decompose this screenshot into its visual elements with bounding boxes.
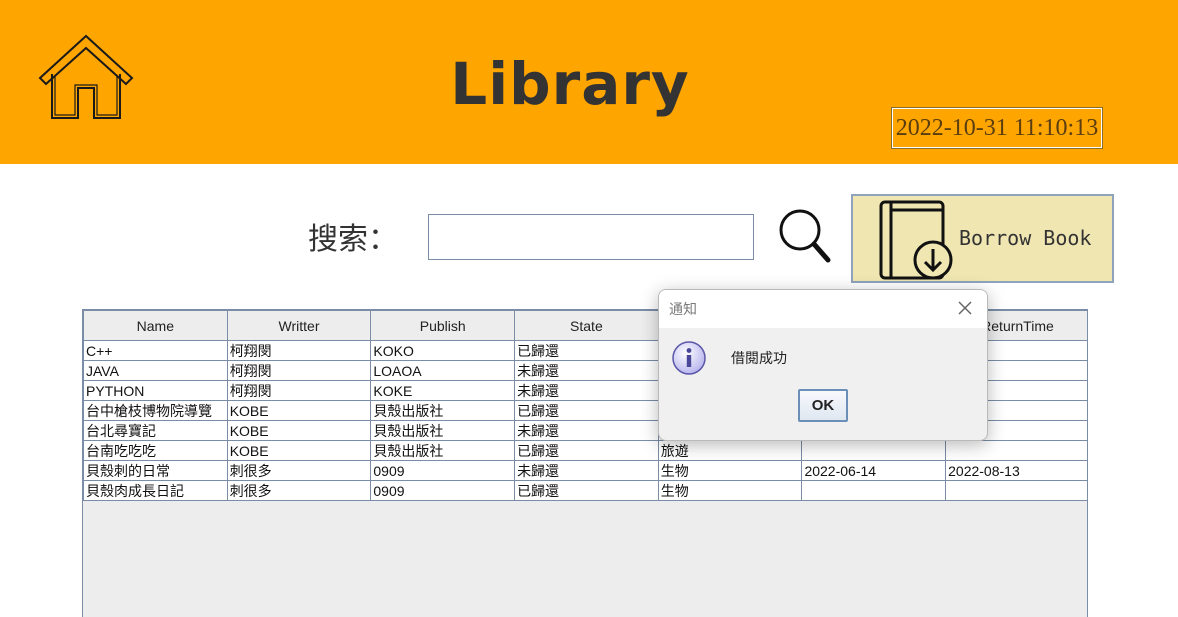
table-cell[interactable]: 貝殼刺的日常 xyxy=(83,460,228,481)
table-cell[interactable]: 貝殼出版社 xyxy=(370,420,516,441)
column-header-writter[interactable]: Writter xyxy=(226,310,372,341)
table-cell[interactable]: 台北尋寶記 xyxy=(83,420,228,441)
table-cell[interactable]: 已歸還 xyxy=(514,400,659,421)
table-cell[interactable]: 生物 xyxy=(657,480,803,501)
table-cell[interactable] xyxy=(945,480,1087,501)
dialog-title: 通知 xyxy=(669,302,697,318)
search-icon xyxy=(779,209,831,263)
notification-dialog: 通知 借閱成功 OK xyxy=(658,289,988,441)
table-cell[interactable]: PYTHON xyxy=(83,380,228,401)
home-icon xyxy=(38,34,134,119)
table-cell[interactable]: JAVA xyxy=(83,360,228,381)
search-button[interactable] xyxy=(776,206,832,264)
table-cell[interactable]: 柯翔閔 xyxy=(226,360,372,381)
table-cell[interactable]: 0909 xyxy=(370,460,516,481)
table-cell[interactable]: C++ xyxy=(83,340,228,361)
search-input[interactable] xyxy=(428,214,754,260)
home-button[interactable] xyxy=(34,30,138,124)
table-cell[interactable]: 未歸還 xyxy=(514,360,659,381)
table-cell[interactable]: 2022-08-13 xyxy=(945,460,1087,481)
table-cell[interactable]: 刺很多 xyxy=(226,480,372,501)
header-bar: Library 2022-10-31 11:10:13 xyxy=(0,0,1178,164)
ok-button[interactable]: OK xyxy=(798,389,848,422)
table-cell[interactable] xyxy=(801,480,947,501)
search-label: 搜索： xyxy=(308,222,398,257)
table-cell[interactable] xyxy=(801,440,947,461)
table-cell[interactable]: 旅遊 xyxy=(657,440,803,461)
table-row[interactable]: 貝殼刺的日常 刺很多 0909 未歸還 生物 2022-06-14 2022-08-13 xyxy=(83,460,1087,481)
table-cell[interactable]: KOKO xyxy=(370,340,516,361)
table-cell[interactable]: 柯翔閔 xyxy=(226,340,372,361)
table-cell[interactable]: KOKE xyxy=(370,380,516,401)
table-row[interactable]: 貝殼肉成長日記 刺很多 0909 已歸還 生物 xyxy=(83,480,1087,501)
table-cell[interactable]: 生物 xyxy=(657,460,803,481)
table-cell[interactable]: 貝殼出版社 xyxy=(370,400,516,421)
table-cell[interactable]: 已歸還 xyxy=(514,480,659,501)
column-header-publish[interactable]: Publish xyxy=(370,310,516,341)
dialog-title-bar[interactable]: 通知 xyxy=(659,290,987,328)
column-header-name[interactable]: Name xyxy=(83,310,228,341)
table-cell[interactable]: 刺很多 xyxy=(226,460,372,481)
table-cell[interactable]: 2022-06-14 xyxy=(801,460,947,481)
table-cell[interactable]: KOBE xyxy=(226,420,372,441)
table-cell[interactable]: 0909 xyxy=(370,480,516,501)
table-cell[interactable] xyxy=(945,440,1087,461)
table-cell[interactable]: 未歸還 xyxy=(514,460,659,481)
datetime-display: 2022-10-31 11:10:13 xyxy=(891,107,1103,149)
close-icon[interactable] xyxy=(955,298,975,318)
table-cell[interactable]: 柯翔閔 xyxy=(226,380,372,401)
table-cell[interactable]: KOBE xyxy=(226,440,372,461)
info-icon xyxy=(672,341,706,375)
column-header-state[interactable]: State xyxy=(514,310,659,341)
table-cell[interactable]: KOBE xyxy=(226,400,372,421)
borrow-book-button[interactable]: Borrow Book xyxy=(851,194,1114,283)
table-cell[interactable]: 台南吃吃吃 xyxy=(83,440,228,461)
table-row[interactable]: 台南吃吃吃 KOBE 貝殼出版社 已歸還 旅遊 xyxy=(83,440,1087,461)
table-cell[interactable]: 貝殼出版社 xyxy=(370,440,516,461)
book-download-icon xyxy=(879,200,953,280)
table-cell[interactable]: 已歸還 xyxy=(514,440,659,461)
borrow-book-label: Borrow Book xyxy=(959,226,1092,250)
table-cell[interactable]: 未歸還 xyxy=(514,380,659,401)
table-cell[interactable]: 貝殼肉成長日記 xyxy=(83,480,228,501)
table-cell[interactable]: LOAOA xyxy=(370,360,516,381)
table-cell[interactable]: 已歸還 xyxy=(514,340,659,361)
page-title: Library xyxy=(450,50,690,118)
table-cell[interactable]: 未歸還 xyxy=(514,420,659,441)
dialog-message: 借閱成功 xyxy=(731,351,787,367)
table-cell[interactable]: 台中槍枝博物院導覽 xyxy=(83,400,228,421)
